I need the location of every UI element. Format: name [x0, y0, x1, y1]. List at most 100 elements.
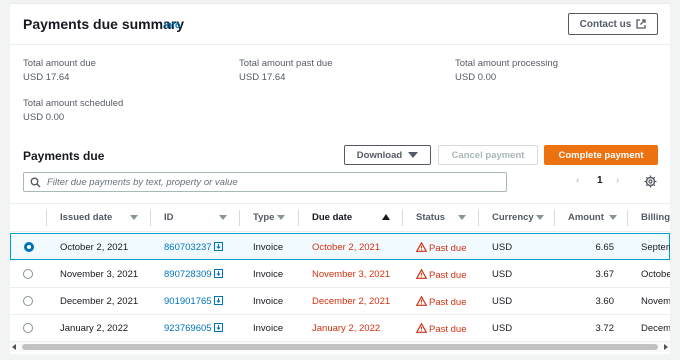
table-row[interactable]: November 3, 2021 890728309 Invoice Novem…	[10, 261, 670, 288]
download-icon[interactable]	[213, 296, 223, 305]
summary-title: Payments due summary	[23, 16, 185, 32]
settings-icon[interactable]	[644, 175, 657, 188]
metric-total-processing: Total amount processing USD 0.00	[455, 58, 558, 83]
cell-due-date: January 2, 2022	[312, 323, 381, 334]
payments-due-summary-panel: Payments due summary Info Contact us Tot…	[10, 3, 670, 137]
search-icon	[30, 177, 41, 187]
cell-issued-date: October 2, 2021	[60, 242, 129, 253]
cell-type: Invoice	[253, 269, 284, 280]
cell-billing: October	[641, 269, 670, 280]
row-select-radio[interactable]	[23, 269, 33, 279]
search-input[interactable]: Filter due payments by text, property or…	[23, 172, 507, 192]
invoice-id-link[interactable]: 901901765	[164, 296, 212, 307]
column-billing[interactable]: Billing	[641, 212, 670, 223]
column-id[interactable]: ID	[164, 212, 174, 223]
warning-icon	[416, 242, 427, 252]
cell-status: Past due	[416, 242, 467, 254]
metric-label: Total amount due	[23, 58, 96, 69]
cell-status: Past due	[416, 269, 467, 281]
cell-billing: Novem	[641, 296, 670, 307]
cell-issued-date: January 2, 2022	[60, 323, 129, 334]
cell-issued-date: November 3, 2021	[60, 269, 139, 280]
column-type[interactable]: Type	[253, 212, 274, 223]
row-select-radio[interactable]	[23, 296, 33, 306]
download-icon[interactable]	[213, 242, 223, 251]
table-row[interactable]: October 2, 2021 860703237 Invoice Octobe…	[10, 233, 670, 260]
table-row[interactable]: December 2, 2021 901901765 Invoice Decem…	[10, 288, 670, 315]
cell-type: Invoice	[253, 296, 284, 307]
metric-value: USD 17.64	[23, 72, 70, 83]
sort-icon[interactable]	[609, 215, 617, 220]
contact-us-label: Contact us	[579, 18, 632, 30]
column-separator	[478, 210, 479, 226]
sort-icon[interactable]	[130, 215, 138, 220]
cell-currency: USD	[492, 242, 513, 253]
cell-billing: Decemb	[641, 323, 670, 334]
metric-total-scheduled: Total amount scheduled USD 0.00	[23, 98, 123, 123]
scrollbar-thumb[interactable]	[22, 344, 658, 350]
column-separator	[627, 210, 628, 226]
cell-type: Invoice	[253, 323, 284, 334]
summary-header: Payments due summary Info Contact us	[10, 4, 670, 44]
pagination-prev-button[interactable]: ‹	[576, 175, 579, 186]
summary-divider	[10, 44, 670, 45]
external-link-icon	[636, 19, 646, 29]
sort-icon[interactable]	[277, 215, 285, 220]
caret-down-icon	[408, 152, 419, 158]
contact-us-button[interactable]: Contact us	[568, 13, 658, 35]
horizontal-scrollbar[interactable]	[10, 342, 670, 352]
sort-icon[interactable]	[536, 215, 544, 220]
scroll-right-icon[interactable]	[664, 344, 668, 350]
payments-due-table-panel: Payments due Download Cancel payment Com…	[10, 137, 670, 354]
sort-icon[interactable]	[219, 215, 227, 220]
column-amount[interactable]: Amount	[568, 212, 604, 223]
metric-label: Total amount past due	[239, 58, 333, 69]
cell-currency: USD	[492, 323, 513, 334]
complete-payment-button[interactable]: Complete payment	[544, 145, 658, 165]
cell-type: Invoice	[253, 242, 284, 253]
cell-due-date: December 2, 2021	[312, 296, 391, 307]
table-title: Payments due	[23, 149, 105, 163]
column-due-date[interactable]: Due date	[312, 212, 352, 223]
pagination-page-1[interactable]: 1	[597, 175, 603, 186]
download-label: Download	[356, 149, 403, 161]
download-button[interactable]: Download	[344, 145, 431, 165]
column-currency[interactable]: Currency	[492, 212, 534, 223]
cell-status: Past due	[416, 296, 467, 308]
cell-billing: Septem	[641, 242, 670, 253]
cell-amount: 3.72	[595, 323, 615, 334]
download-icon[interactable]	[213, 323, 223, 332]
cell-amount: 3.67	[595, 269, 615, 280]
row-select-radio[interactable]	[23, 323, 33, 333]
invoice-id-link[interactable]: 890728309	[164, 269, 212, 280]
warning-icon	[416, 323, 427, 333]
pagination-next-button[interactable]: ›	[616, 175, 619, 186]
cell-id: 901901765	[164, 296, 223, 307]
invoice-id-link[interactable]: 860703237	[164, 242, 212, 253]
metric-value: USD 17.64	[239, 72, 286, 83]
table-row[interactable]: January 2, 2022 923769605 Invoice Januar…	[10, 315, 670, 342]
cell-amount: 3.60	[595, 296, 615, 307]
download-icon[interactable]	[213, 269, 223, 278]
status-label: Past due	[429, 297, 467, 308]
scroll-left-icon[interactable]	[12, 344, 16, 350]
warning-icon	[416, 269, 427, 279]
column-status[interactable]: Status	[416, 212, 445, 223]
invoice-id-link[interactable]: 923769605	[164, 323, 212, 334]
sort-icon[interactable]	[458, 215, 466, 220]
column-separator	[150, 210, 151, 226]
metric-total-due: Total amount due USD 17.64	[23, 58, 96, 83]
column-issued-date[interactable]: Issued date	[60, 212, 112, 223]
status-label: Past due	[429, 324, 467, 335]
metric-value: USD 0.00	[23, 112, 65, 123]
info-link[interactable]: Info	[164, 20, 181, 30]
cancel-payment-button[interactable]: Cancel payment	[438, 145, 538, 165]
column-separator	[46, 210, 47, 226]
row-select-radio[interactable]	[24, 242, 34, 252]
sort-ascending-icon[interactable]	[382, 214, 390, 220]
cell-due-date: October 2, 2021	[312, 242, 381, 253]
cell-id: 860703237	[164, 242, 223, 253]
column-separator	[554, 210, 555, 226]
cell-amount: 6.65	[595, 242, 615, 253]
column-separator	[298, 210, 299, 226]
